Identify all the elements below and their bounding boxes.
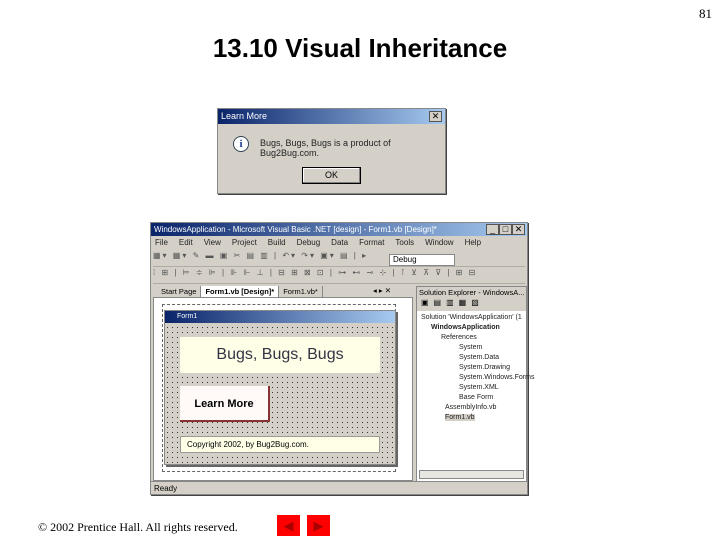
tree-item[interactable]: References [421, 333, 534, 343]
menu-edit[interactable]: Edit [179, 238, 193, 247]
form-designer: Form1 Bugs, Bugs, Bugs Learn More Copyri… [153, 297, 413, 481]
tab-form1-code[interactable]: Form1.vb* [279, 286, 323, 297]
solution-explorer-header: Solution Explorer - WindowsA... ✕ [417, 287, 526, 308]
tree-item[interactable]: WindowsApplication [421, 323, 534, 333]
menu-debug[interactable]: Debug [297, 238, 321, 247]
tree-item[interactable]: System.Drawing [421, 363, 534, 373]
menu-help[interactable]: Help [465, 238, 481, 247]
standard-toolbar[interactable]: ▦▾ ▦▾ ✎ ▬ ▣ ✂ ▤ ▥ | ↶▾ ↷▾ ▣▾ ▤ | ▸ [153, 251, 525, 267]
next-slide-button[interactable]: ▶ [307, 515, 330, 536]
tree-item[interactable]: Base Form [421, 393, 534, 403]
solution-tree: Solution 'WindowsApplication' (1 Windows… [421, 313, 534, 423]
menu-file[interactable]: File [155, 238, 168, 247]
tree-item[interactable]: System.Data [421, 353, 534, 363]
tree-item[interactable]: System.Windows.Forms [421, 373, 534, 383]
tab-start-page[interactable]: Start Page [157, 286, 202, 297]
bugs-label[interactable]: Bugs, Bugs, Bugs [180, 337, 380, 373]
copyright-label[interactable]: Copyright 2002, by Bug2Bug.com. [180, 436, 380, 453]
menu-window[interactable]: Window [425, 238, 453, 247]
menu-build[interactable]: Build [268, 238, 286, 247]
tree-item[interactable]: System [421, 343, 534, 353]
dialog-message: Bugs, Bugs, Bugs is a product of Bug2Bug… [260, 138, 391, 158]
ok-button[interactable]: OK [302, 167, 361, 184]
document-tabs: Start Page Form1.vb [Design]* Form1.vb* [157, 286, 323, 297]
status-bar: Ready [151, 481, 527, 494]
footer-copyright: © 2002 Prentice Hall. All rights reserve… [38, 520, 238, 534]
ide-window: WindowsApplication - Microsoft Visual Ba… [150, 222, 534, 495]
slide-title: 13.10 Visual Inheritance [212, 33, 508, 63]
dialog-title: Learn More [218, 109, 445, 124]
solution-explorer: Solution Explorer - WindowsA... ✕ ▣▤▥▦▧ … [416, 286, 534, 482]
configuration-select[interactable]: Debug [389, 254, 455, 266]
tree-item[interactable]: Solution 'WindowsApplication' (1 [421, 313, 534, 323]
form-title: Form1 [165, 311, 395, 323]
close-button[interactable]: ✕ [512, 224, 525, 235]
tab-controls[interactable]: ◂ ▸ ✕ [373, 286, 391, 295]
menu-view[interactable]: View [204, 238, 221, 247]
info-icon: i [233, 136, 249, 152]
layout-toolbar[interactable]: ⁞ ⊞ | ⊨ ≑ ⊫ | ⊪ ⊩ ⊥ | ⊟ ⊞ ⊠ ⊡ | ⊶ ⊷ ⊸ ⊹ … [153, 268, 525, 284]
previous-slide-button[interactable]: ◀ [277, 515, 300, 536]
dialog-close-button[interactable]: ✕ [429, 111, 442, 122]
horizontal-scrollbar[interactable] [419, 470, 524, 479]
tab-form1-design[interactable]: Form1.vb [Design]* [201, 286, 280, 297]
tree-item[interactable]: AssemblyInfo.vb [421, 403, 534, 413]
minimize-button[interactable]: _ [486, 224, 499, 235]
menu-project[interactable]: Project [232, 238, 257, 247]
tree-item[interactable]: System.XML [421, 383, 534, 393]
menu-bar: File Edit View Project Build Debug Data … [155, 238, 481, 247]
tree-item[interactable]: Form1.vb [445, 414, 475, 421]
designer-form[interactable]: Form1 Bugs, Bugs, Bugs Learn More Copyri… [164, 310, 396, 465]
ide-title: WindowsApplication - Microsoft Visual Ba… [151, 223, 527, 236]
learn-more-dialog: Learn More ✕ i Bugs, Bugs, Bugs is a pro… [217, 108, 446, 194]
learn-more-button[interactable]: Learn More [180, 386, 270, 422]
menu-format[interactable]: Format [359, 238, 384, 247]
solution-explorer-toolbar[interactable]: ▣▤▥▦▧ [417, 298, 526, 311]
page-number: 81 [699, 6, 712, 21]
maximize-button[interactable]: □ [499, 224, 512, 235]
menu-data[interactable]: Data [331, 238, 348, 247]
menu-tools[interactable]: Tools [395, 238, 414, 247]
